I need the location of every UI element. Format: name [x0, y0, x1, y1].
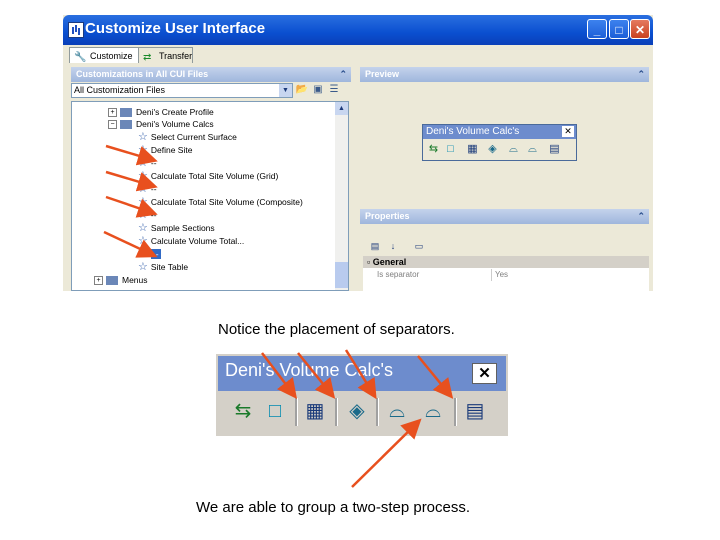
command-star-icon: ☆	[138, 144, 148, 156]
preview-header-text: Preview	[365, 69, 400, 79]
tree-node[interactable]: ☆ Calculate Volume Total...	[138, 235, 244, 247]
command-star-icon: ☆	[138, 183, 148, 195]
tree-node[interactable]: ☆ Calculate Total Site Volume (Grid)	[138, 170, 278, 182]
expand-icon[interactable]: +	[94, 276, 103, 286]
scroll-thumb[interactable]	[335, 262, 348, 288]
site-table-icon[interactable]: ▤	[460, 396, 490, 426]
tree-node[interactable]: ☆ Sample Sections	[138, 222, 215, 234]
close-button[interactable]: ✕	[630, 19, 650, 39]
preview-toolbar-title: Deni's Volume Calc's ✕	[423, 125, 576, 139]
menu-icon	[106, 276, 118, 286]
properties-header-text: Properties	[365, 211, 410, 221]
select-surface-icon[interactable]: ⇆	[228, 396, 258, 426]
save-icon[interactable]: ▣	[311, 83, 325, 97]
tab-customize-label: Customize	[90, 51, 133, 61]
composite-volume-icon[interactable]: ◈	[342, 396, 372, 426]
select-surface-icon[interactable]: ⇆	[426, 142, 441, 157]
tree-node[interactable]: − Deni's Volume Calcs	[108, 118, 214, 130]
cui-file-filter-select[interactable]: All Customization Files ▼	[71, 83, 293, 98]
property-value[interactable]: Yes	[491, 269, 508, 281]
preview-toolbar: Deni's Volume Calc's ✕ ⇆ □ ▦ ◈ ⌓ ⌓ ▤	[422, 124, 577, 161]
enlarged-toolbar: Deni's Volume Calc's ✕ ⇆ □ ▦ ◈ ⌓ ⌓ ▤	[216, 354, 508, 436]
maximize-button[interactable]: □	[609, 19, 629, 39]
cui-window: Customize User Interface _ □ ✕ 🔧 Customi…	[63, 15, 653, 291]
command-star-icon: ☆	[138, 235, 148, 247]
command-star-icon: ☆	[138, 261, 148, 273]
command-star-icon: ☆	[138, 131, 148, 143]
define-site-icon[interactable]: □	[260, 396, 290, 426]
tab-transfer-label: Transfer	[159, 51, 193, 61]
tree-node[interactable]: + Deni's Create Profile	[108, 106, 214, 118]
open-file-icon[interactable]: 📂	[295, 83, 309, 97]
tab-customize[interactable]: 🔧 Customize	[69, 47, 139, 63]
scroll-up-icon[interactable]: ▲	[335, 102, 348, 115]
command-star-icon: ☆	[138, 209, 148, 221]
toolbar-icon	[120, 120, 132, 130]
property-pages-icon[interactable]: ▭	[412, 239, 426, 253]
command-star-icon: ☆	[138, 222, 148, 234]
composite-volume-icon[interactable]: ◈	[485, 142, 500, 157]
category-general[interactable]: ▫ General	[363, 256, 649, 268]
command-star-icon: ☆	[138, 196, 148, 208]
tree-node[interactable]: + Menus	[94, 274, 148, 286]
tree-node[interactable]: ☆ Select Current Surface	[138, 131, 237, 143]
collapse-node-icon[interactable]: −	[108, 120, 117, 130]
tree-separator[interactable]: ☆ --	[138, 183, 157, 195]
caption-separators: Notice the placement of separators.	[218, 321, 455, 338]
sort-alphabetical-icon[interactable]: ↓	[386, 239, 400, 253]
preview-panel-header[interactable]: Preview ⌃	[360, 67, 649, 82]
site-table-icon[interactable]: ▤	[547, 142, 562, 157]
tree-separator[interactable]: ☆ --	[138, 209, 157, 221]
tree-node[interactable]: ☆ Define Site	[138, 144, 192, 156]
properties-panel-header[interactable]: Properties ⌃	[360, 209, 649, 224]
sample-sections-icon[interactable]: ⌓	[506, 142, 521, 157]
tab-transfer[interactable]: ⇄ Transfer	[138, 47, 193, 63]
property-name: Is separator	[377, 270, 420, 279]
customizations-header-text: Customizations in All CUI Files	[76, 69, 209, 79]
filter-value: All Customization Files	[74, 85, 166, 95]
grid-volume-icon[interactable]: ▦	[465, 142, 480, 157]
list-view-icon[interactable]: ☰	[327, 83, 341, 97]
expand-icon[interactable]: +	[108, 108, 117, 118]
customizations-panel-header[interactable]: Customizations in All CUI Files ⌃	[71, 67, 351, 82]
command-star-icon: ☆	[138, 248, 148, 260]
categorized-icon[interactable]: ▤	[368, 239, 382, 253]
grid-volume-icon[interactable]: ▦	[300, 396, 330, 426]
define-site-icon[interactable]: □	[443, 142, 458, 157]
command-star-icon: ☆	[138, 170, 148, 182]
volume-total-icon[interactable]: ⌓	[525, 142, 540, 157]
swap-arrows-icon: ⇄	[143, 52, 152, 63]
preview-area: Deni's Volume Calc's ✕ ⇆ □ ▦ ◈ ⌓ ⌓ ▤	[360, 82, 649, 207]
cui-app-icon	[68, 22, 84, 38]
tree-scrollbar[interactable]: ▲	[335, 102, 348, 290]
toolbar-icon	[120, 108, 132, 118]
tree-node[interactable]: ☆ Calculate Total Site Volume (Composite)	[138, 196, 303, 208]
tree-separator[interactable]: ☆ --	[138, 157, 157, 169]
minimize-button[interactable]: _	[587, 19, 607, 39]
caption-two-step: We are able to group a two-step process.	[196, 499, 471, 516]
title-bar[interactable]: Customize User Interface _ □ ✕	[63, 15, 653, 45]
tree-separator-selected[interactable]: ☆ --	[138, 248, 161, 260]
collapse-icon[interactable]: ⌃	[637, 209, 645, 224]
window-title: Customize User Interface	[85, 20, 266, 37]
sample-sections-icon[interactable]: ⌓	[382, 396, 412, 426]
close-icon[interactable]: ✕	[472, 363, 497, 384]
customizations-tree: + Deni's Create Profile − Deni's Volume Ca…	[71, 101, 349, 291]
enlarged-toolbar-title: Deni's Volume Calc's	[225, 360, 393, 380]
chevron-down-icon[interactable]: ▼	[279, 84, 292, 97]
collapse-icon[interactable]: ⌃	[339, 67, 347, 82]
close-icon[interactable]: ✕	[562, 126, 574, 137]
properties-toolbar: ▤ ↓ ▭	[360, 236, 649, 256]
wrench-icon: 🔧	[74, 52, 87, 63]
enlarged-toolbar-title-bar[interactable]: Deni's Volume Calc's ✕	[218, 356, 506, 391]
collapse-icon[interactable]: ⌃	[637, 67, 645, 82]
separator	[376, 398, 379, 426]
separator	[295, 398, 298, 426]
separator	[454, 398, 457, 426]
properties-grid: ▫ General Is separator Yes	[363, 256, 649, 291]
volume-total-icon[interactable]: ⌓	[418, 396, 448, 426]
command-star-icon: ☆	[138, 157, 148, 169]
tree-node[interactable]: ☆ Site Table	[138, 261, 188, 273]
separator	[335, 398, 338, 426]
